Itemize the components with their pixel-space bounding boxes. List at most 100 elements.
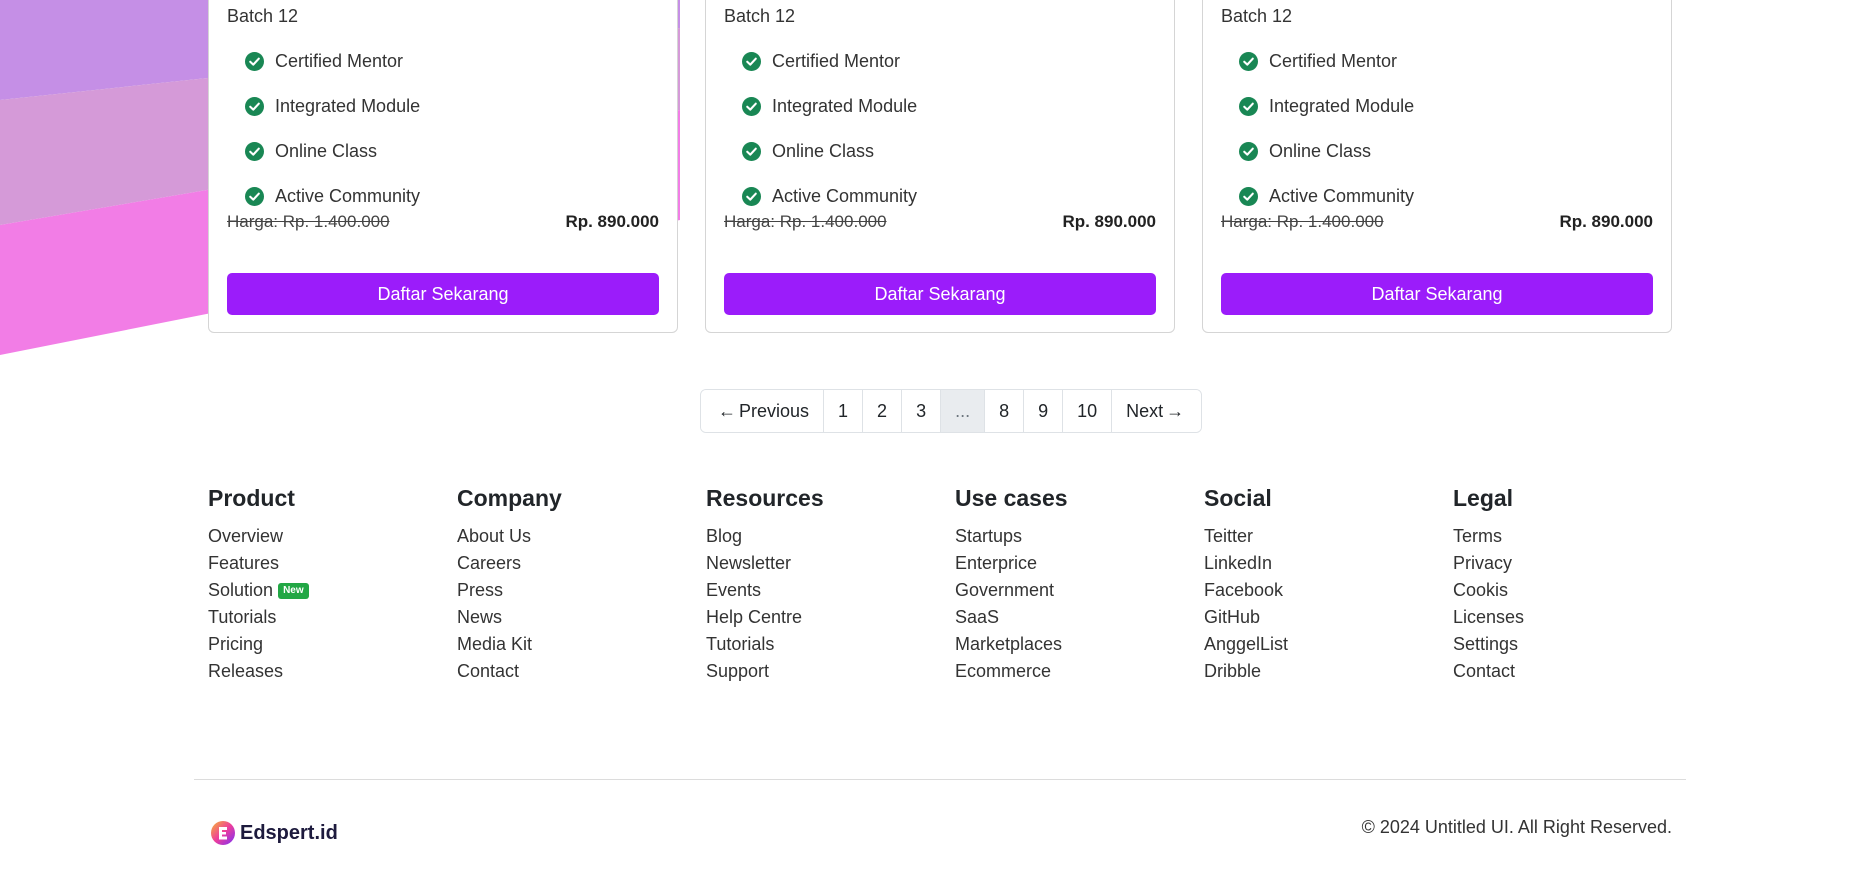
- footer-link[interactable]: Pricing: [208, 631, 457, 658]
- footer-link[interactable]: Terms: [1453, 523, 1702, 550]
- footer-link[interactable]: Dribble: [1204, 658, 1453, 685]
- next-label: Next: [1126, 400, 1164, 421]
- footer-link[interactable]: Events: [706, 577, 955, 604]
- brand[interactable]: Edspert.id: [210, 820, 338, 846]
- footer-link[interactable]: Press: [457, 577, 706, 604]
- footer-link[interactable]: GitHub: [1204, 604, 1453, 631]
- footer-link-list: Terms Privacy Cookis Licenses Settings C…: [1453, 523, 1702, 685]
- footer-link[interactable]: Newsletter: [706, 550, 955, 577]
- check-circle-icon: [245, 97, 264, 116]
- footer-link[interactable]: Teitter: [1204, 523, 1453, 550]
- footer-link[interactable]: Media Kit: [457, 631, 706, 658]
- footer-link[interactable]: Contact: [457, 658, 706, 685]
- footer-link-label: Solution: [208, 580, 274, 600]
- footer-link[interactable]: AnggelList: [1204, 631, 1453, 658]
- page-number-button[interactable]: 3: [902, 390, 942, 432]
- feature-item: Integrated Module: [1239, 84, 1414, 129]
- copyright-text: © 2024 Untitled UI. All Right Reserved.: [1361, 817, 1672, 837]
- footer-link[interactable]: SaaS: [955, 604, 1204, 631]
- page-number-button[interactable]: 8: [985, 390, 1025, 432]
- check-circle-icon: [1239, 52, 1258, 71]
- feature-label: Integrated Module: [1269, 96, 1415, 116]
- footer-link[interactable]: Enterprice: [955, 550, 1204, 577]
- footer-link[interactable]: Careers: [457, 550, 706, 577]
- page-number-button[interactable]: 9: [1024, 390, 1064, 432]
- footer-link[interactable]: Facebook: [1204, 577, 1453, 604]
- footer-divider: [194, 779, 1686, 780]
- footer-link[interactable]: Tutorials: [208, 604, 457, 631]
- pricing-card: Batch 12 Certified Mentor Integrated Mod…: [705, 0, 1175, 333]
- footer-column-product: Product Overview Features Solution New T…: [208, 483, 457, 685]
- footer-link-list: Teitter LinkedIn Facebook GitHub AnggelL…: [1204, 523, 1453, 685]
- footer-link[interactable]: Help Centre: [706, 604, 955, 631]
- footer-link-list: Startups Enterprice Government SaaS Mark…: [955, 523, 1204, 685]
- register-button[interactable]: Daftar Sekarang: [1221, 273, 1653, 315]
- price-row: Harga: Rp. 1.400.000 Rp. 890.000: [724, 212, 1156, 232]
- check-circle-icon: [742, 142, 761, 161]
- original-price: Harga: Rp. 1.400.000: [724, 212, 887, 231]
- footer-link[interactable]: Cookis: [1453, 577, 1702, 604]
- footer-heading: Social: [1204, 485, 1272, 511]
- previous-label: Previous: [739, 400, 810, 421]
- page-number-button[interactable]: 1: [824, 390, 864, 432]
- footer-column-legal: Legal Terms Privacy Cookis Licenses Sett…: [1453, 483, 1702, 685]
- check-circle-icon: [1239, 142, 1258, 161]
- footer-link[interactable]: About Us: [457, 523, 706, 550]
- feature-label: Certified Mentor: [1269, 51, 1398, 71]
- footer-heading: Product: [208, 485, 295, 511]
- footer-link[interactable]: Tutorials: [706, 631, 955, 658]
- footer-link-solution[interactable]: Solution New: [208, 577, 457, 604]
- footer-link[interactable]: Releases: [208, 658, 457, 685]
- footer-link[interactable]: Blog: [706, 523, 955, 550]
- feature-label: Active Community: [275, 186, 421, 206]
- check-circle-icon: [245, 52, 264, 71]
- footer-link[interactable]: Privacy: [1453, 550, 1702, 577]
- footer-column-resources: Resources Blog Newsletter Events Help Ce…: [706, 483, 955, 685]
- footer-heading: Legal: [1453, 485, 1514, 511]
- next-page-button[interactable]: Next →: [1112, 390, 1202, 432]
- footer-link[interactable]: Support: [706, 658, 955, 685]
- footer-link[interactable]: Ecommerce: [955, 658, 1204, 685]
- check-circle-icon: [1239, 97, 1258, 116]
- feature-label: Online Class: [1269, 141, 1372, 161]
- card-batch: Batch 12: [724, 6, 796, 26]
- price-row: Harga: Rp. 1.400.000 Rp. 890.000: [227, 212, 659, 232]
- price-row: Harga: Rp. 1.400.000 Rp. 890.000: [1221, 212, 1653, 232]
- page-number-button[interactable]: 2: [863, 390, 903, 432]
- footer-heading: Use cases: [955, 485, 1068, 511]
- feature-label: Active Community: [1269, 186, 1415, 206]
- page-number-button[interactable]: 10: [1063, 390, 1113, 432]
- footer-link[interactable]: Licenses: [1453, 604, 1702, 631]
- page: Batch 12 Certified Mentor Integrated Mod…: [0, 0, 1874, 869]
- register-button[interactable]: Daftar Sekarang: [724, 273, 1156, 315]
- footer-link-list: Blog Newsletter Events Help Centre Tutor…: [706, 523, 955, 685]
- new-badge: New: [278, 582, 309, 599]
- footer-column-company: Company About Us Careers Press News Medi…: [457, 483, 706, 685]
- check-circle-icon: [742, 187, 761, 206]
- feature-item: Certified Mentor: [1239, 39, 1414, 84]
- arrow-left-icon: ←: [718, 400, 736, 421]
- footer-link[interactable]: Settings: [1453, 631, 1702, 658]
- footer-link[interactable]: LinkedIn: [1204, 550, 1453, 577]
- previous-page-button[interactable]: ← Previous: [701, 390, 825, 432]
- check-circle-icon: [742, 97, 761, 116]
- register-button[interactable]: Daftar Sekarang: [227, 273, 659, 315]
- footer-link-list: Overview Features Solution New Tutorials…: [208, 523, 457, 685]
- brand-name: Edspert.id: [240, 821, 338, 844]
- footer-link[interactable]: Startups: [955, 523, 1204, 550]
- footer-link[interactable]: News: [457, 604, 706, 631]
- pricing-card: Batch 12 Certified Mentor Integrated Mod…: [208, 0, 678, 333]
- card-batch: Batch 12: [227, 6, 299, 26]
- check-circle-icon: [1239, 187, 1258, 206]
- footer-link[interactable]: Government: [955, 577, 1204, 604]
- feature-item: Certified Mentor: [245, 39, 420, 84]
- feature-list: Certified Mentor Integrated Module Onlin…: [1239, 39, 1414, 219]
- footer-link[interactable]: Features: [208, 550, 457, 577]
- feature-label: Active Community: [772, 186, 918, 206]
- footer-link[interactable]: Contact: [1453, 658, 1702, 685]
- footer-link[interactable]: Marketplaces: [955, 631, 1204, 658]
- feature-item: Certified Mentor: [742, 39, 917, 84]
- footer-link[interactable]: Overview: [208, 523, 457, 550]
- original-price: Harga: Rp. 1.400.000: [227, 212, 390, 231]
- feature-item: Online Class: [245, 129, 420, 174]
